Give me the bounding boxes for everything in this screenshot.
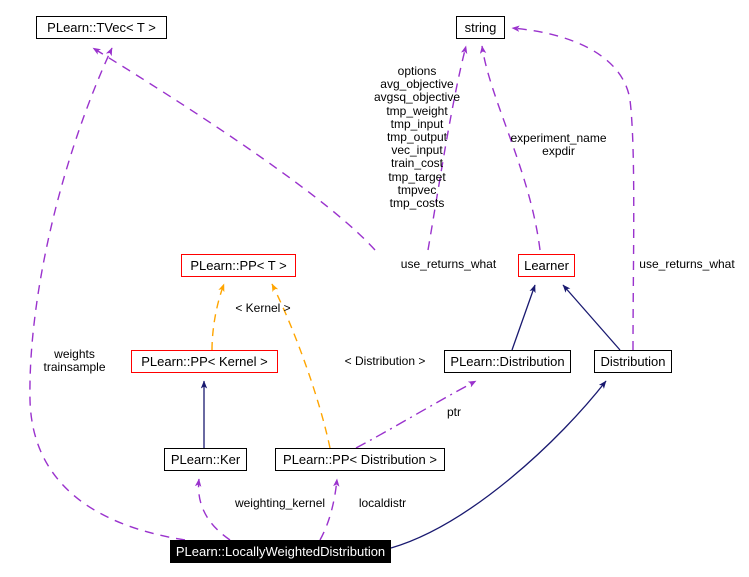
edge-distribution-to-learner	[562, 284, 621, 351]
edge-label-use-returns-what-right: use_returns_what	[639, 257, 735, 271]
node-pp-kernel[interactable]: PLearn::PP< Kernel >	[131, 350, 278, 373]
edge-label-learner-fields: options avg_objective avgsq_objective tm…	[373, 64, 461, 211]
node-pp-distribution[interactable]: PLearn::PP< Distribution >	[275, 448, 445, 471]
edge-ppkernel-to-ppt	[211, 283, 225, 351]
edge-label-experiment-fields: experiment_name expdir	[510, 131, 607, 159]
edge-label-ptr: ptr	[446, 405, 461, 419]
edge-label-weighting-kernel: weighting_kernel	[234, 496, 326, 510]
edge-distribution-to-string	[511, 25, 635, 351]
node-learner[interactable]: Learner	[518, 254, 575, 277]
edge-label-use-returns-what-left: use_returns_what	[400, 257, 497, 271]
edge-label-weights-trainsample: weights trainsample	[43, 347, 106, 375]
node-distribution[interactable]: Distribution	[594, 350, 672, 373]
edge-label-distribution-template: < Distribution >	[344, 354, 426, 368]
edge-learner-to-tvec	[92, 47, 376, 251]
collaboration-diagram: PLearn::TVec< T > string PLearn::PP< T >…	[0, 0, 749, 577]
node-plearn-distribution[interactable]: PLearn::Distribution	[444, 350, 571, 373]
node-pp-t[interactable]: PLearn::PP< T >	[181, 254, 296, 277]
edge-label-kernel-template: < Kernel >	[235, 301, 291, 315]
node-locally-weighted-distribution[interactable]: PLearn::LocallyWeightedDistribution	[170, 540, 391, 563]
node-tvec[interactable]: PLearn::TVec< T >	[36, 16, 167, 39]
edge-lwd-to-tvec	[29, 47, 186, 541]
edge-label-localdistr: localdistr	[358, 496, 407, 510]
node-string[interactable]: string	[456, 16, 505, 39]
node-ker[interactable]: PLearn::Ker	[164, 448, 247, 471]
edge-plearndistribution-to-learner	[511, 284, 536, 351]
edge-lwd-to-ker	[194, 478, 231, 541]
